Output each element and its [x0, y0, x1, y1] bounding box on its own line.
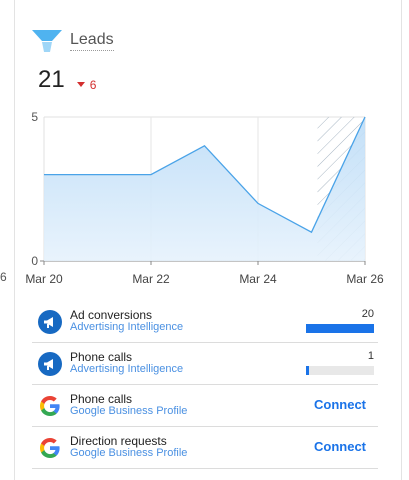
x-tick-label: Mar 20 — [25, 272, 63, 286]
progress-fill — [306, 366, 310, 375]
x-tick-label: Mar 24 — [239, 272, 277, 286]
source-metric-label: Phone calls — [70, 392, 133, 406]
lead-sources-list: Ad conversions Advertising Intelligence 20… — [32, 301, 378, 469]
list-item: Direction requests Google Business Profil… — [32, 427, 378, 469]
metric-count: 1 — [367, 350, 374, 362]
metric-count: 20 — [361, 308, 374, 320]
y-tick-label: 5 — [31, 110, 38, 124]
list-item: Ad conversions Advertising Intelligence 20 — [32, 301, 378, 343]
series-area — [44, 117, 365, 261]
source-metric-label: Direction requests — [70, 434, 167, 448]
source-name: Google Business Profile — [70, 447, 188, 459]
connect-button[interactable]: Connect — [314, 439, 366, 454]
source-name: Advertising Intelligence — [70, 363, 184, 375]
google-icon — [40, 438, 60, 458]
source-name: Advertising Intelligence — [70, 321, 184, 333]
y-tick-label: 0 — [31, 254, 38, 268]
list-item: Phone calls Advertising Intelligence 1 — [32, 343, 378, 385]
source-metric-label: Ad conversions — [70, 308, 153, 322]
megaphone-icon — [38, 310, 62, 334]
connect-button[interactable]: Connect — [314, 397, 366, 412]
google-icon — [40, 396, 60, 416]
source-metric-label: Phone calls — [70, 350, 133, 364]
source-name: Google Business Profile — [70, 405, 188, 417]
progress-bar — [306, 324, 374, 333]
x-tick-label: Mar 26 — [346, 272, 384, 286]
progress-fill — [306, 324, 374, 333]
megaphone-icon — [38, 352, 62, 376]
leads-chart: 5 0 Mar 20 Mar 22 Mar 24 Mar 26 — [25, 110, 384, 286]
x-tick-label: Mar 22 — [132, 272, 170, 286]
list-item: Phone calls Google Business Profile Connec… — [32, 385, 378, 427]
progress-bar — [306, 366, 374, 375]
